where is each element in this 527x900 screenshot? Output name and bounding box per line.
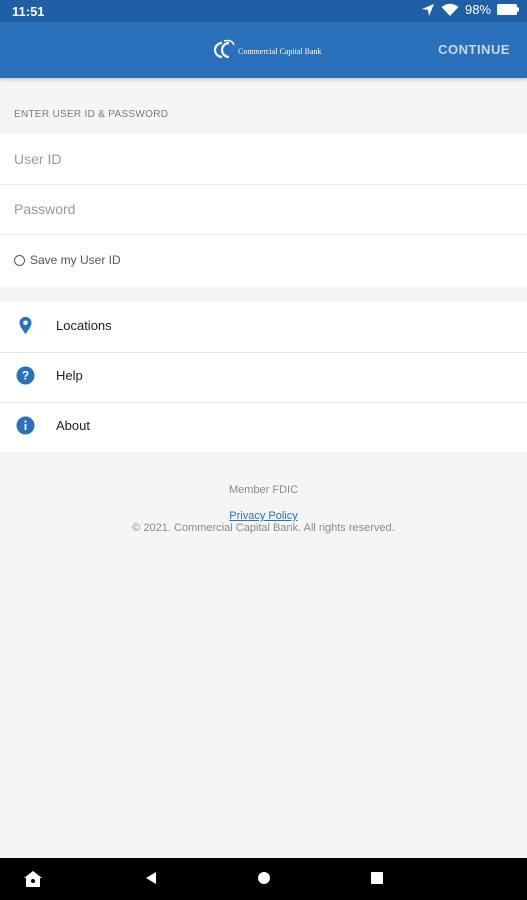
bank-logo: Commercial Capital Bank	[212, 39, 322, 64]
menu-label-locations: Locations	[56, 318, 112, 333]
login-section-label: ENTER USER ID & PASSWORD	[14, 109, 169, 120]
continue-button[interactable]: CONTINUE	[438, 42, 510, 57]
system-nav-bar	[0, 858, 527, 900]
ccb-logo-icon	[212, 39, 236, 64]
save-user-id-radio[interactable]	[14, 255, 25, 266]
status-icons: 98%	[421, 2, 519, 17]
svg-text:?: ?	[22, 369, 29, 383]
battery-icon	[497, 4, 519, 15]
help-icon: ?	[16, 366, 35, 385]
menu-item-help[interactable]: ? Help	[0, 352, 527, 403]
menu-label-about: About	[56, 418, 90, 433]
menu-list: Locations ? Help About	[0, 302, 527, 452]
location-arrow-icon	[421, 3, 435, 17]
copyright-text: © 2021. Commercial Capital Bank. All rig…	[132, 522, 395, 534]
status-bar: 11:51 98%	[0, 0, 527, 22]
privacy-policy-link[interactable]: Privacy Policy	[229, 510, 297, 522]
menu-item-locations[interactable]: Locations	[0, 302, 527, 353]
menu-item-about[interactable]: About	[0, 402, 527, 452]
info-icon	[16, 416, 35, 435]
login-form: User ID Password Save my User ID	[0, 134, 527, 286]
logo-text: Commercial Capital Bank	[238, 47, 322, 56]
back-icon[interactable]	[143, 870, 159, 891]
app-bar: Commercial Capital Bank CONTINUE	[0, 22, 527, 78]
menu-label-help: Help	[56, 368, 83, 383]
user-id-placeholder: User ID	[14, 151, 62, 167]
footer: Member FDIC Privacy Policy © 2021. Comme…	[0, 484, 527, 534]
recents-icon[interactable]	[369, 870, 385, 891]
location-pin-icon	[16, 316, 35, 335]
user-id-field[interactable]: User ID	[0, 134, 527, 185]
home-assistant-icon[interactable]	[23, 870, 43, 893]
password-placeholder: Password	[14, 201, 76, 217]
member-fdic-text: Member FDIC	[228, 484, 299, 496]
save-user-id-label: Save my User ID	[30, 253, 121, 267]
home-icon[interactable]	[256, 870, 272, 891]
wifi-icon	[441, 3, 459, 17]
password-field[interactable]: Password	[0, 184, 527, 235]
status-time: 11:51	[12, 4, 45, 19]
save-user-id-option[interactable]: Save my User ID	[0, 234, 527, 286]
battery-percent: 98%	[464, 2, 491, 17]
